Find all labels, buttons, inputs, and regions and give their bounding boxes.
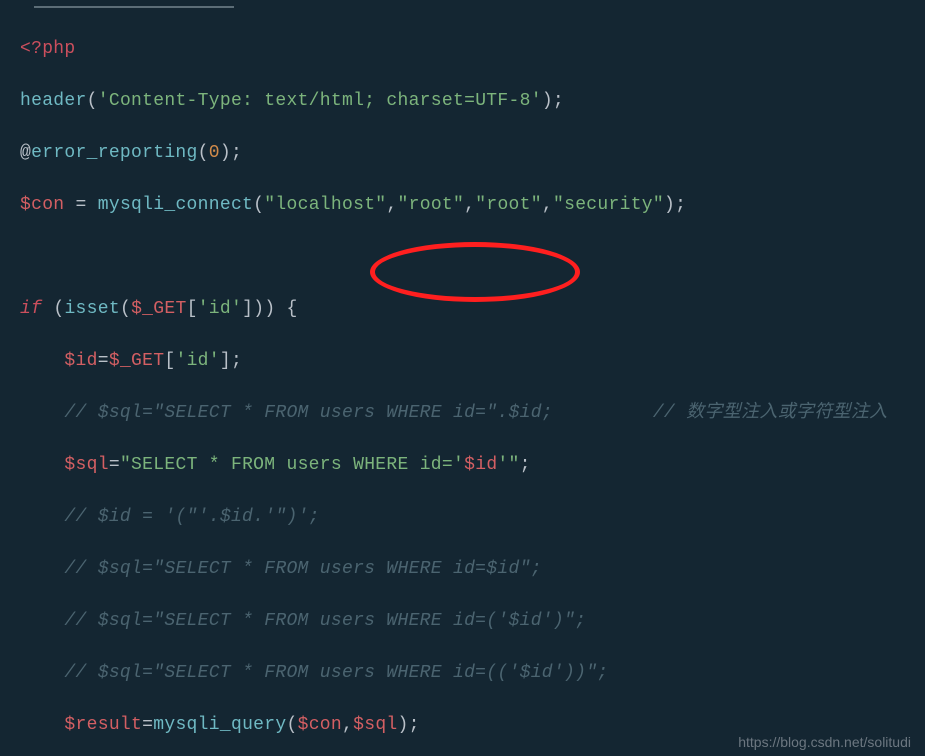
punct: ;	[520, 455, 531, 475]
operator: =	[142, 715, 153, 735]
code-editor: <?php header('Content-Type: text/html; c…	[0, 0, 925, 756]
operator: =	[109, 455, 120, 475]
punct: );	[664, 195, 686, 215]
string-literal: 'id'	[198, 299, 242, 319]
comment: // $id = '("'.$id.'")';	[64, 507, 319, 527]
string-literal: "root"	[398, 195, 465, 215]
code-line	[20, 244, 925, 270]
code-line: $id=$_GET['id'];	[20, 348, 925, 374]
string-literal: 'id'	[175, 351, 219, 371]
variable: $_GET	[109, 351, 165, 371]
string-literal: "localhost"	[264, 195, 386, 215]
punct: ,	[386, 195, 397, 215]
func-call: mysqli_query	[153, 715, 286, 735]
punct: [	[187, 299, 198, 319]
code-line: $sql="SELECT * FROM users WHERE id='$id'…	[20, 452, 925, 478]
punct: );	[398, 715, 420, 735]
comment: // $sql="SELECT * FROM users WHERE id=((…	[64, 663, 608, 683]
indent	[20, 611, 64, 631]
at-sign: @	[20, 143, 31, 163]
code-line: if (isset($_GET['id'])) {	[20, 296, 925, 322]
punct: (	[286, 715, 297, 735]
punct: );	[220, 143, 242, 163]
indent	[20, 559, 64, 579]
variable: $con	[20, 195, 64, 215]
code-line: // $sql="SELECT * FROM users WHERE id=".…	[20, 400, 925, 426]
punct: ])) {	[242, 299, 298, 319]
variable: $sql	[64, 455, 108, 475]
indent	[20, 507, 64, 527]
string-literal: "root"	[475, 195, 542, 215]
punct: ,	[464, 195, 475, 215]
string-literal: '"	[497, 455, 519, 475]
code-line: // $id = '("'.$id.'")';	[20, 504, 925, 530]
indent	[20, 663, 64, 683]
variable: $id	[64, 351, 97, 371]
php-open-tag: <?php	[20, 39, 76, 59]
indent	[20, 455, 64, 475]
comment: // $sql="SELECT * FROM users WHERE id=".…	[64, 403, 552, 423]
keyword: if	[20, 299, 42, 319]
code-line: // $sql="SELECT * FROM users WHERE id=((…	[20, 660, 925, 686]
punct: (	[198, 143, 209, 163]
code-line: $con = mysqli_connect("localhost","root"…	[20, 192, 925, 218]
operator: =	[64, 195, 97, 215]
code-line: // $sql="SELECT * FROM users WHERE id=$i…	[20, 556, 925, 582]
variable: $sql	[353, 715, 397, 735]
func-call: isset	[64, 299, 120, 319]
string-literal: "security"	[553, 195, 664, 215]
punct: (	[120, 299, 131, 319]
code-line: <?php	[20, 36, 925, 62]
indent	[20, 403, 64, 423]
punct: ];	[220, 351, 242, 371]
comment: // 数字型注入或字符型注入	[553, 403, 888, 423]
indent	[20, 715, 64, 735]
code-line: header('Content-Type: text/html; charset…	[20, 88, 925, 114]
punct: (	[42, 299, 64, 319]
punct: ,	[542, 195, 553, 215]
operator: =	[98, 351, 109, 371]
csdn-watermark: https://blog.csdn.net/solitudi	[738, 734, 911, 750]
variable: $_GET	[131, 299, 187, 319]
code-line: @error_reporting(0);	[20, 140, 925, 166]
func-call: error_reporting	[31, 143, 198, 163]
string-literal: "SELECT * FROM users WHERE id='	[120, 455, 464, 475]
comment: // $sql="SELECT * FROM users WHERE id=$i…	[64, 559, 541, 579]
punct: );	[542, 91, 564, 111]
punct: [	[164, 351, 175, 371]
punct: (	[87, 91, 98, 111]
variable: $id	[464, 455, 497, 475]
func-call: mysqli_connect	[98, 195, 253, 215]
string-literal: 'Content-Type: text/html; charset=UTF-8'	[98, 91, 542, 111]
punct: (	[253, 195, 264, 215]
number-literal: 0	[209, 143, 220, 163]
variable: $con	[298, 715, 342, 735]
indent	[20, 351, 64, 371]
variable: $result	[64, 715, 142, 735]
punct: ,	[342, 715, 353, 735]
func-call: header	[20, 91, 87, 111]
code-line: // $sql="SELECT * FROM users WHERE id=('…	[20, 608, 925, 634]
comment: // $sql="SELECT * FROM users WHERE id=('…	[64, 611, 586, 631]
